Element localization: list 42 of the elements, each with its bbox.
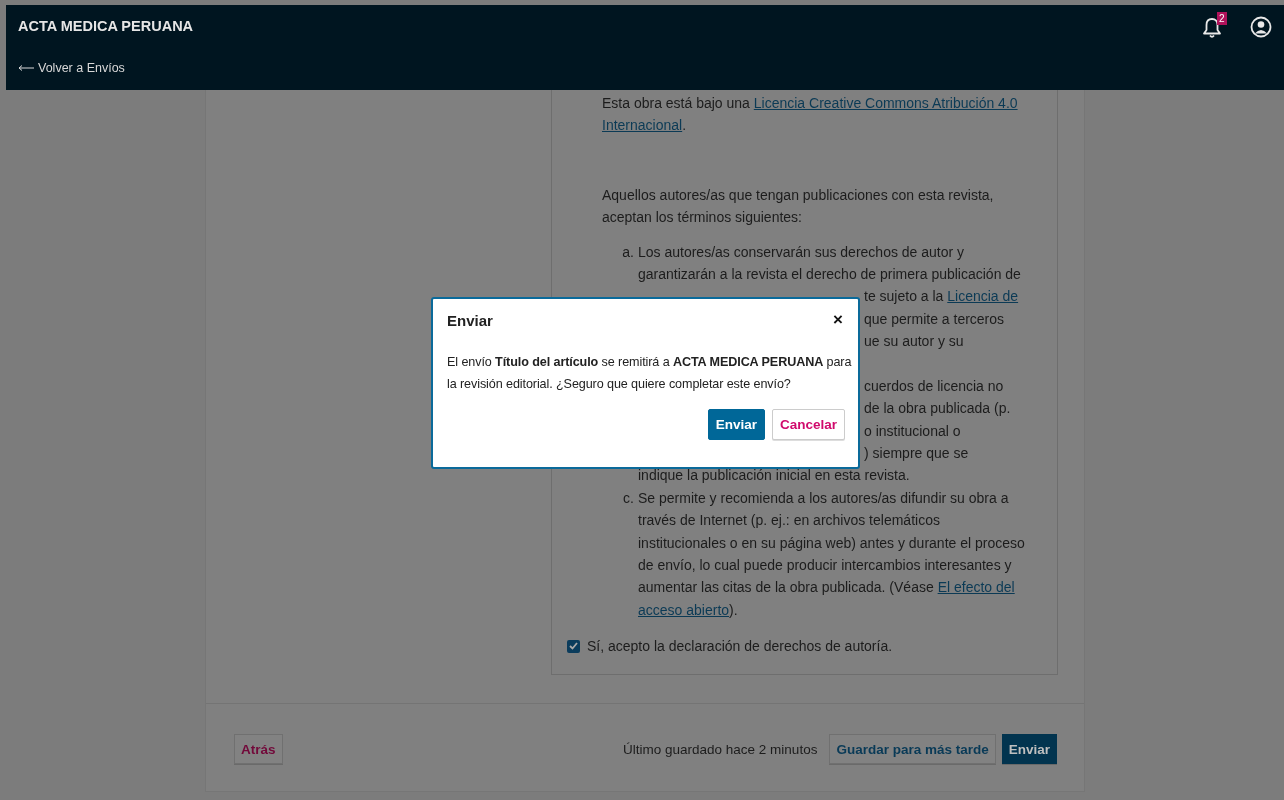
agreement-label: Sí, acepto la declaración de derechos de autoría. <box>587 637 893 657</box>
list-item-line: o institucional o <box>864 422 961 439</box>
list-item-line: través de Internet (p. ej.: en archivos telemáticos <box>638 512 940 529</box>
back-link[interactable]: Volver a Envíos <box>18 61 125 75</box>
dialog-title: Enviar <box>447 311 493 329</box>
submit-button[interactable]: Enviar <box>1001 734 1057 764</box>
list-item-line: te sujeto a la Licencia de <box>864 288 1019 305</box>
list-item-line: cuerdos de licencia no <box>864 377 1004 394</box>
left-arrow-icon <box>18 65 34 71</box>
dialog-message: El envío Título del artículo se remitirá a ACTA MEDICA PERUANA para la revisión editorial. ¿Seguro que quiere completar este envío? <box>446 354 853 393</box>
list-item-line: que permite a terceros <box>864 310 1005 327</box>
link[interactable]: acceso abierto <box>638 601 730 618</box>
link[interactable]: Licencia de <box>947 288 1019 305</box>
agreement-checkbox[interactable] <box>567 639 580 653</box>
link[interactable]: El efecto del <box>937 579 1015 596</box>
list-marker: c. <box>623 489 634 506</box>
paragraph-line: Aquellos autores/as que tengan publicaciones con esta revista, <box>602 186 994 203</box>
list-item-line: institucionales o en su página web) antes y durante el proceso <box>638 534 1025 551</box>
notification-badge: 2 <box>1217 12 1227 25</box>
list-item-line: garantizarán a la revista el derecho de primera publicación de <box>638 265 1021 282</box>
paragraph-line: Esta obra está bajo una Licencia Creative Commons Atribución 4.0 <box>602 95 1018 111</box>
list-item-line: indique la publicación inicial en esta revista. <box>638 467 910 484</box>
list-item-line: ue su autor y su <box>864 333 964 350</box>
back-button[interactable]: Atrás <box>234 734 283 764</box>
list-marker: a. <box>622 243 634 260</box>
paragraph-line: Internacional. <box>602 117 687 134</box>
list-item-line: aumentar las citas de la obra publicada. (Véase El efecto del <box>638 579 1015 596</box>
confirm-button[interactable]: Enviar <box>707 409 765 440</box>
last-saved-text: Último guardado hace 2 minutos <box>623 741 818 757</box>
list-item-line: de la obra publicada (p. <box>864 400 1011 417</box>
list-item-line: ) siempre que se <box>864 445 969 462</box>
close-button[interactable]: × <box>831 311 845 329</box>
list-item-line: Los autores/as conservarán sus derechos de autor y <box>638 243 965 260</box>
cancel-button[interactable]: Cancelar <box>771 409 845 440</box>
list-item-line: Se permite y recomienda a los autores/as difundir su obra a <box>638 489 1009 506</box>
paragraph-line: aceptan los términos siguientes: <box>602 209 802 226</box>
list-item-line: acceso abierto). <box>638 601 738 618</box>
list-item-line: de envío, lo cual puede producir intercambios interesantes y <box>638 557 1012 574</box>
link[interactable]: Licencia Creative Commons Atribución 4.0 <box>753 95 1018 111</box>
journal-title: ACTA MEDICA PERUANA <box>18 18 194 34</box>
save-for-later-button[interactable]: Guardar para más tarde <box>829 734 996 764</box>
user-avatar-icon[interactable] <box>1250 16 1272 38</box>
